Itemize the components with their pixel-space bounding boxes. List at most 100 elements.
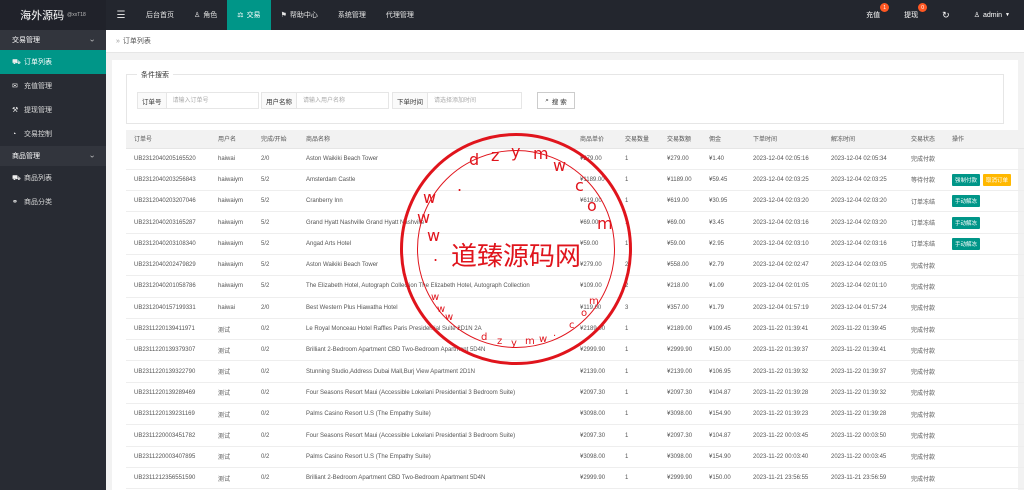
table-cell: 1 <box>617 360 659 383</box>
row-actions: 手动解冻 <box>944 233 1024 255</box>
row-action-button[interactable]: 手动解冻 <box>952 195 981 208</box>
row-action-button[interactable]: 手动解冻 <box>952 216 981 229</box>
table-cell: 2023-12-04 02:05:16 <box>745 148 823 170</box>
sidebar-group-trade[interactable]: 交易管理 › <box>0 30 106 50</box>
table-cell: ¥59.00 <box>572 233 617 255</box>
table-cell: haiwaiym <box>210 169 253 192</box>
row-actions <box>944 403 1024 426</box>
table-cell: UB2311220003451782 <box>126 424 210 447</box>
table-cell: 2023-11-22 01:39:32 <box>823 382 903 405</box>
search-button[interactable]: ⌕ 搜 索 <box>537 92 575 109</box>
table-cell: haiwai <box>210 297 253 319</box>
table-cell: ¥59.45 <box>701 169 745 192</box>
sidebar-item-items1-3[interactable]: ◔ 交易控制 <box>0 122 106 146</box>
row-action-button[interactable]: 手动解冻 <box>952 237 981 250</box>
table-cell: 2023-11-22 01:39:41 <box>823 339 903 362</box>
sidebar-item-items1-2[interactable]: ⚒ 提现管理 <box>0 98 106 122</box>
time-field: 下单时间 <box>392 92 522 109</box>
table-cell: 2023-11-22 00:03:50 <box>823 424 903 447</box>
table-cell: 2023-11-22 01:39:32 <box>745 360 823 383</box>
table-cell: 订单冻结 <box>903 211 944 234</box>
table-cell: UB2312040203256843 <box>126 169 210 192</box>
brand-subtitle: @xxT18 <box>67 12 86 18</box>
table-row: UB2312040202479829 haiwaiym 5/2 Aston Waiki… <box>126 254 1024 277</box>
table-cell: Cranberry Inn <box>298 190 572 213</box>
row-actions <box>944 467 1024 490</box>
table-row: UB2312040203256843 haiwaiym 5/2 Amsterdam C… <box>126 169 1024 192</box>
table-cell: 订单冻结 <box>903 190 944 213</box>
search-fieldset: 条件搜索 订单号 用户名称 下单时间 ⌕ 搜 索 <box>126 70 1004 124</box>
table-cell: 2023-11-21 23:56:55 <box>745 467 823 490</box>
chat-icon: ✉ <box>12 83 18 90</box>
nav-item-2[interactable]: ⚖ 交易 <box>227 0 271 30</box>
table-cell: UB2312040203207046 <box>126 190 210 213</box>
table-cell: 完成付款 <box>903 339 944 362</box>
table-cell: Four Seasons Resort Maui (Accessible Lok… <box>298 382 572 405</box>
recharge-link[interactable]: 充值 1 <box>854 0 892 30</box>
top-nav: 后台首页 ♙ 角色 ⚖ 交易 ⚑ 帮助中心 系统管理 代理管理 <box>136 0 424 30</box>
table-cell: ¥30.95 <box>701 190 745 213</box>
table-cell: ¥2139.00 <box>659 360 701 383</box>
admin-menu[interactable]: ♙ admin ▼ <box>962 0 1024 30</box>
table-cell: 完成付款 <box>903 148 944 170</box>
nav-item-label: 代理管理 <box>385 12 414 19</box>
table-cell: haiwaiym <box>210 211 253 234</box>
time-input[interactable] <box>428 92 522 109</box>
order-field: 订单号 <box>137 92 259 109</box>
table-row: UB2312040157199331 haiwai 2/0 Best Western … <box>126 297 1024 319</box>
column-header: 订单号 <box>126 130 210 149</box>
nav-item-0[interactable]: 后台首页 <box>136 0 184 30</box>
table-cell: 完成付款 <box>903 360 944 383</box>
table-cell: ¥279.00 <box>572 254 617 277</box>
user-icon: ♙ <box>194 12 201 19</box>
table-cell: 2023-12-04 02:03:20 <box>745 190 823 213</box>
user-input[interactable] <box>297 92 389 109</box>
nav-item-3[interactable]: ⚑ 帮助中心 <box>271 0 328 30</box>
nav-item-4[interactable]: 系统管理 <box>328 0 376 30</box>
sidebar-item-label: 订单列表 <box>24 59 52 66</box>
menu-toggle-icon[interactable]: ☰ <box>106 0 136 30</box>
table-cell: ¥1189.00 <box>659 169 701 192</box>
sidebar-group-goods[interactable]: 商品管理 › <box>0 146 106 166</box>
sidebar-item-items2-1[interactable]: ⚭ 商品分类 <box>0 190 106 214</box>
sidebar-item-items1-1[interactable]: ✉ 充值管理 <box>0 74 106 98</box>
table-cell: UB2311220139322790 <box>126 360 210 383</box>
table-cell: ¥150.00 <box>701 467 745 490</box>
row-actions <box>944 254 1024 277</box>
table-body: UB2312040205165520 haiwai 2/0 Aston Waikiki… <box>126 148 1024 490</box>
refresh-icon[interactable]: ↻ <box>930 0 962 30</box>
table-row: UB2312040203108340 haiwaiym 5/2 Angad Arts … <box>126 233 1024 255</box>
table-row: UB2311220139411971 测试 0/2 Le Royal Monceau … <box>126 318 1024 341</box>
column-header: 商品单价 <box>572 130 617 149</box>
table-cell: Palms Casino Resort U.S (The Empathy Sui… <box>298 403 572 426</box>
row-action-button[interactable]: 强制付款 <box>952 173 981 186</box>
table-cell: ¥558.00 <box>659 254 701 277</box>
sidebar-item-label: 商品列表 <box>24 175 52 182</box>
nav-item-label: 系统管理 <box>337 12 366 19</box>
table-cell: 0/2 <box>253 446 298 468</box>
order-input[interactable] <box>166 92 259 109</box>
table-cell: ¥2999.90 <box>659 467 701 490</box>
breadcrumb-current[interactable]: 订单列表 <box>123 36 151 46</box>
table-cell: 2023-12-04 02:05:34 <box>823 148 903 170</box>
table-cell: 5/2 <box>253 169 298 192</box>
table-cell: 订单冻结 <box>903 233 944 255</box>
table-cell: 2/0 <box>253 148 298 170</box>
sidebar-item-items1-0[interactable]: ⛟ 订单列表 <box>0 50 106 74</box>
table-cell: 2023-12-04 02:01:10 <box>823 275 903 298</box>
withdraw-link[interactable]: 提现 0 <box>892 0 930 30</box>
sidebar-item-items2-0[interactable]: ⛟ 商品列表 <box>0 166 106 190</box>
row-action-button[interactable]: 取消订单 <box>983 173 1012 186</box>
table-cell: 2023-12-04 02:01:05 <box>745 275 823 298</box>
column-header: 操作 <box>944 130 1024 149</box>
brand-logo[interactable]: 海外源码 @xxT18 <box>0 0 106 30</box>
nav-item-label: 帮助中心 <box>289 12 318 19</box>
nav-item-5[interactable]: 代理管理 <box>376 0 424 30</box>
breadcrumb: » 订单列表 <box>106 30 1024 53</box>
nav-item-1[interactable]: ♙ 角色 <box>184 0 227 30</box>
table-cell: 1 <box>617 403 659 426</box>
table-cell: 完成付款 <box>903 318 944 341</box>
table-cell: 3 <box>617 297 659 319</box>
table-cell: Stunning Studio,Address Dubai Mall,Burj … <box>298 360 572 383</box>
table-cell: ¥3098.00 <box>659 403 701 426</box>
